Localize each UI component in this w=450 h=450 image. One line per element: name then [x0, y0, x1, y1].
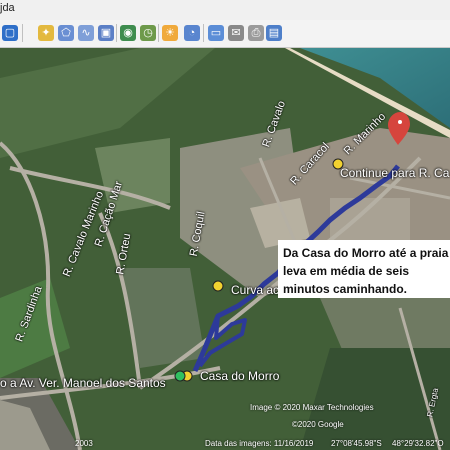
menu-bar: jda	[0, 0, 450, 20]
toolbar: ▢ ✦ ⬠ ∿ ▣ ◉ ◷ ☀ ◔ ▭ ✉ ⎙ ▤	[0, 20, 450, 48]
callout-line-1: Da Casa do Morro até a praia	[283, 246, 449, 260]
print-icon[interactable]: ⎙	[248, 25, 264, 41]
image-credit: Image © 2020 Maxar Technologies	[250, 403, 374, 412]
callout-line-2: leva em média de seis	[283, 264, 410, 278]
menu-ajuda[interactable]: jda	[0, 2, 15, 14]
waypoint-marker	[212, 280, 224, 292]
overlay-icon[interactable]: ▣	[98, 25, 114, 41]
waypoint-marker	[174, 370, 186, 382]
email-icon[interactable]: ✉	[228, 25, 244, 41]
imagery-year: 2003	[75, 439, 93, 448]
start-label: o a Av. Ver. Manoel dos Santos	[0, 376, 166, 390]
callout-line-3: minutos caminhando.	[283, 282, 408, 296]
walking-time-callout: Da Casa do Morro até a praia leva em méd…	[278, 240, 450, 298]
latitude-readout: 27°08'45.98"S	[331, 439, 382, 448]
historical-imagery-icon[interactable]: ◷	[140, 25, 156, 41]
destination-label: Casa do Morro	[200, 369, 280, 383]
square-icon[interactable]: ▢	[2, 25, 18, 41]
waypoint-label-continue: Continue para R. Ca	[340, 166, 450, 180]
path-icon[interactable]: ∿	[78, 25, 94, 41]
sun-icon[interactable]: ☀	[162, 25, 178, 41]
polygon-icon[interactable]: ⬠	[58, 25, 74, 41]
planet-icon[interactable]: ◔	[184, 25, 200, 41]
save-image-icon[interactable]: ▤	[266, 25, 282, 41]
ruler-icon[interactable]: ▭	[208, 25, 224, 41]
google-credit: ©2020 Google	[292, 420, 344, 429]
longitude-readout: 48°29'32.82"O	[392, 439, 444, 448]
imagery-date: Data das imagens: 11/16/2019	[205, 439, 314, 448]
star-pin-icon[interactable]: ✦	[38, 25, 54, 41]
tour-icon[interactable]: ◉	[120, 25, 136, 41]
